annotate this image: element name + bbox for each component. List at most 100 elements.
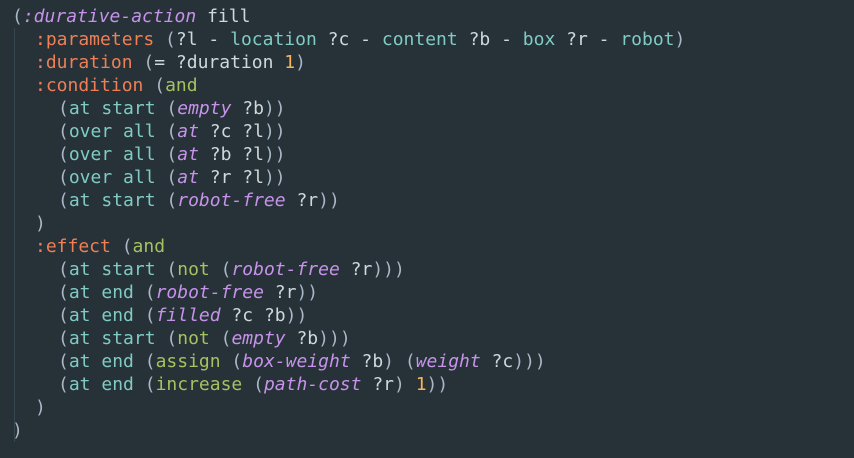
code-token-paren: ( <box>58 282 69 303</box>
code-token-type: over all <box>68 167 156 188</box>
code-token-paren: )) <box>263 121 286 142</box>
code-line[interactable]: :duration (= ?duration 1) <box>0 51 854 74</box>
code-line[interactable]: (at end (increase (path-cost ?r) 1)) <box>0 373 854 396</box>
code-token-paren: ( <box>155 190 178 211</box>
code-token-paren: ( <box>58 305 69 326</box>
code-line[interactable]: :effect (and <box>0 235 854 258</box>
code-token-paren: ( <box>155 98 178 119</box>
code-token-italic: filled <box>155 305 221 326</box>
code-line[interactable]: (at start (robot-free ?r)) <box>0 189 854 212</box>
code-token-type: at end <box>68 282 134 303</box>
code-token-type: box <box>522 29 556 50</box>
code-token-paren: ( <box>242 374 264 395</box>
code-line[interactable]: ) <box>0 419 854 442</box>
code-token-var: ?r <box>285 190 319 211</box>
code-token-var: ?l <box>175 29 198 50</box>
code-token-paren: )) <box>263 167 286 188</box>
code-token-paren: ( <box>220 351 243 372</box>
code-token-type: over all <box>68 144 156 165</box>
code-token-italic: robot-free <box>177 190 286 211</box>
code-token-paren: ( <box>58 351 69 372</box>
code-token-paren: ( <box>133 351 156 372</box>
code-area[interactable]: (:durative-action fill:parameters (?l - … <box>0 5 854 442</box>
code-token-italic: path-cost <box>263 374 362 395</box>
code-line[interactable]: (at end (filled ?c ?b)) <box>0 304 854 327</box>
code-token-green: and <box>165 75 198 96</box>
code-token-type: over all <box>68 121 156 142</box>
code-token-var: ?c <box>327 29 350 50</box>
code-line[interactable]: ) <box>0 396 854 419</box>
code-line[interactable]: (at end (robot-free ?r)) <box>0 281 854 304</box>
code-token-paren: ( <box>155 259 178 280</box>
code-line[interactable]: (over all (at ?b ?l)) <box>0 143 854 166</box>
code-token-paren: ( <box>209 259 232 280</box>
code-token-keyword: :effect <box>35 236 111 257</box>
code-token-paren: ( <box>58 167 69 188</box>
code-token-number: 1 <box>284 52 296 73</box>
code-token-type: at start <box>68 98 156 119</box>
code-token-paren: ) <box>674 29 686 50</box>
code-token-var: ?b <box>285 328 319 349</box>
code-token-type: content <box>381 29 458 50</box>
code-token-paren: ))) <box>318 328 351 349</box>
code-token-green: not <box>177 328 210 349</box>
code-token-paren: ( <box>58 328 69 349</box>
code-token-paren: ( <box>58 121 69 142</box>
code-token-paren: ( <box>133 282 156 303</box>
code-token-italic: at <box>177 167 199 188</box>
code-token-var: ?b ?l <box>198 144 264 165</box>
code-line[interactable]: :condition (and <box>0 74 854 97</box>
code-line[interactable]: (at start (not (empty ?b))) <box>0 327 854 350</box>
code-token-paren: ( <box>155 121 178 142</box>
code-token-paren: ) <box>12 420 23 441</box>
code-token-var: ?b <box>350 351 384 372</box>
code-editor[interactable]: (:durative-action fill:parameters (?l - … <box>0 0 854 458</box>
code-token-paren: ( <box>209 328 232 349</box>
code-token-paren: )) <box>426 374 449 395</box>
code-token-green: assign <box>155 351 221 372</box>
code-token-paren: )) <box>263 144 286 165</box>
code-token-italic: empty <box>177 98 232 119</box>
code-line[interactable]: (over all (at ?c ?l)) <box>0 120 854 143</box>
code-token-var: ?c ?l <box>198 121 264 142</box>
code-token-paren: ( <box>155 167 178 188</box>
code-token-keyword: :parameters <box>35 29 155 50</box>
code-line[interactable]: (over all (at ?r ?l)) <box>0 166 854 189</box>
code-token-type: at start <box>68 328 156 349</box>
code-token-var: ?c <box>480 351 514 372</box>
code-token-var: ?b <box>468 29 491 50</box>
code-token-paren: ( <box>155 328 178 349</box>
code-token-dash: - <box>197 29 231 50</box>
code-token-var: ?b <box>231 98 264 119</box>
code-token-type: at end <box>68 351 134 372</box>
code-token-dash: - <box>349 29 382 50</box>
code-line[interactable]: (:durative-action fill <box>0 5 854 28</box>
code-token-var: ?r <box>566 29 588 50</box>
code-line[interactable]: ) <box>0 212 854 235</box>
code-token-type: at end <box>68 374 134 395</box>
code-token-italic: robot-free <box>155 282 264 303</box>
code-token-var: ?r <box>339 259 373 280</box>
code-token-var: ?r <box>361 374 395 395</box>
code-line[interactable]: (at start (not (robot-free ?r))) <box>0 258 854 281</box>
code-token-var: ?duration <box>165 52 285 73</box>
code-token-paren: ))) <box>372 259 405 280</box>
code-token-type: at start <box>68 259 156 280</box>
code-line[interactable]: (at start (empty ?b)) <box>0 97 854 120</box>
code-token-keyword: :condition <box>35 75 144 96</box>
code-token-var: ?r ?l <box>198 167 264 188</box>
code-token-paren: ( <box>154 29 176 50</box>
code-token-italic: box-weight <box>242 351 351 372</box>
code-line[interactable]: :parameters (?l - location ?c - content … <box>0 28 854 51</box>
code-token-paren: ( <box>58 144 69 165</box>
code-token-var: ?r <box>263 282 297 303</box>
code-token-paren: )) <box>263 98 286 119</box>
code-line[interactable]: (at end (assign (box-weight ?b) (weight … <box>0 350 854 373</box>
code-token-paren: ) <box>35 213 46 234</box>
code-token-italic: robot-free <box>231 259 340 280</box>
code-token-green: not <box>177 259 210 280</box>
code-token-paren: ) <box>394 374 416 395</box>
code-token-green: increase <box>155 374 243 395</box>
